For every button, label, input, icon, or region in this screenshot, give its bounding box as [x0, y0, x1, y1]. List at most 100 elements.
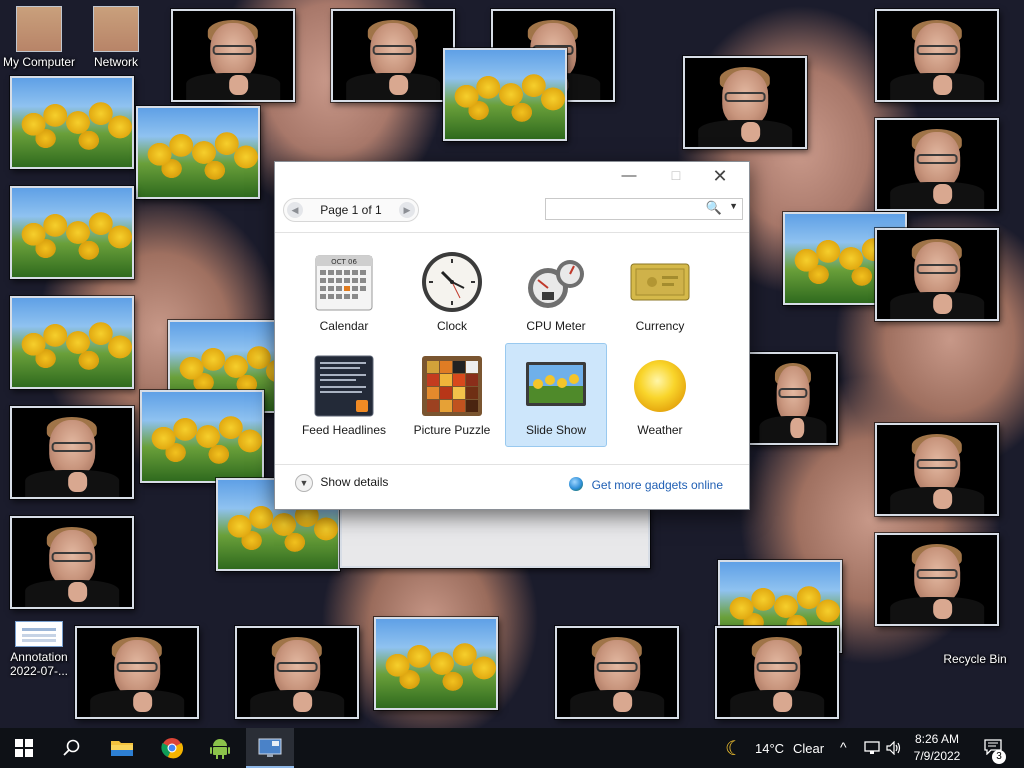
svg-text:OCT 06: OCT 06 [331, 258, 357, 266]
get-more-gadgets-link[interactable]: Get more gadgets online [569, 477, 723, 492]
wallpaper-tile-portrait [875, 9, 999, 102]
gadgets-taskbar-button[interactable] [246, 728, 294, 768]
wallpaper-tile-portrait [75, 626, 199, 719]
desktop-icon-my-computer[interactable]: My Computer [1, 6, 77, 69]
wallpaper-tile-portrait [715, 626, 839, 719]
start-button[interactable] [0, 728, 48, 768]
chevron-down-icon[interactable]: ▼ [729, 201, 738, 211]
gadget-label: Clock [436, 319, 467, 333]
chevron-up-icon[interactable]: ^ [840, 739, 847, 755]
show-details-toggle[interactable]: ▼ Show details [295, 474, 388, 492]
desktop-icon-recycle-bin[interactable]: Recycle Bin [937, 652, 1013, 666]
gadget-cpu-meter[interactable]: CPU Meter [507, 241, 605, 343]
folder-icon [111, 741, 133, 756]
currency-icon [630, 263, 690, 301]
get-more-gadgets-label: Get more gadgets online [591, 478, 723, 492]
wallpaper-tile-portrait [10, 516, 134, 609]
wallpaper-tile-tulips [10, 186, 134, 279]
wallpaper-tile-tulips [10, 296, 134, 389]
gadget-label: Currency [635, 319, 685, 333]
cpu-meter-icon [528, 260, 584, 308]
desktop-icon-label: My Computer [2, 55, 76, 69]
wallpaper-tile-tulips [443, 48, 567, 141]
weather-condition[interactable]: Clear [793, 741, 824, 756]
weather-moon-icon[interactable]: ☾ [725, 736, 743, 761]
wallpaper-tile-portrait [683, 56, 807, 149]
search-icon[interactable]: 🔍 [706, 200, 722, 216]
maximize-button[interactable]: ☐ [659, 166, 693, 188]
windows-logo-icon [15, 739, 33, 757]
close-button[interactable]: ✕ [703, 166, 737, 188]
title-bar[interactable]: — ☐ ✕ [275, 162, 749, 192]
chevron-down-icon: ▼ [295, 474, 313, 492]
wallpaper-tile-portrait [171, 9, 295, 102]
feed-headlines-icon [314, 355, 374, 417]
my-computer-icon [16, 6, 62, 52]
weather-icon [634, 360, 686, 412]
wallpaper-tile-portrait [875, 423, 999, 516]
weather-temperature[interactable]: 14°C [755, 741, 784, 756]
gadget-window-footer: ▼ Show details Get more gadgets online [275, 464, 749, 510]
wallpaper-tile-portrait [875, 228, 999, 321]
wallpaper-tile-tulips [140, 390, 264, 483]
calendar-icon: OCT 06 [315, 255, 373, 311]
wallpaper-tile-tulips [374, 617, 498, 710]
network-icon[interactable] [864, 741, 880, 755]
chrome-button[interactable] [148, 728, 196, 768]
globe-icon [569, 477, 584, 491]
wallpaper-tile-portrait [748, 352, 838, 445]
wallpaper-tile-portrait [555, 626, 679, 719]
gadget-label: Feed Headlines [301, 423, 387, 437]
clock-icon [422, 252, 482, 312]
gadget-label: CPU Meter [526, 319, 586, 333]
clock-date: 7/9/2022 [913, 749, 961, 763]
page-navigator: ◀ Page 1 of 1 ▶ [283, 198, 419, 222]
android-icon [210, 739, 230, 759]
gadget-weather[interactable]: Weather [611, 345, 709, 447]
taskbar: ☾ 14°C Clear ^ 8:26 AM 7/9/2022 3 [0, 728, 1024, 768]
file-explorer-button[interactable] [98, 728, 146, 768]
search-button[interactable] [48, 728, 96, 768]
gadget-gallery: OCT 06 Calendar Clock CPU Meter Currency… [275, 232, 749, 458]
document-icon [15, 621, 63, 647]
gadget-label: Slide Show [525, 423, 587, 437]
gadget-slide-show[interactable]: Slide Show [505, 343, 607, 447]
gadget-calendar[interactable]: OCT 06 Calendar [295, 241, 393, 343]
wallpaper-tile-portrait [875, 533, 999, 626]
wallpaper-tile-portrait [331, 9, 455, 102]
gadget-label: Calendar [319, 319, 369, 333]
desktop-icon-network[interactable]: Network [78, 6, 154, 69]
clock-time: 8:26 AM [914, 732, 960, 746]
gadget-picture-puzzle[interactable]: Picture Puzzle [403, 345, 501, 447]
page-label: Page 1 of 1 [320, 203, 382, 217]
desktop-gadgets-icon [258, 738, 282, 757]
gadget-label: Weather [637, 423, 683, 437]
gadget-feed-headlines[interactable]: Feed Headlines [295, 345, 393, 447]
gadget-toolbar: ◀ Page 1 of 1 ▶ 🔍 ▼ [275, 194, 749, 228]
wallpaper-tile-tulips [10, 76, 134, 169]
search-gadgets-input[interactable]: 🔍 ▼ [545, 198, 743, 220]
minimize-button[interactable]: — [612, 166, 646, 188]
gadget-clock[interactable]: Clock [403, 241, 501, 343]
taskbar-clock[interactable]: 8:26 AM 7/9/2022 [906, 731, 968, 765]
search-icon [63, 739, 80, 756]
slide-show-icon [526, 362, 586, 406]
notification-count-badge: 3 [992, 750, 1006, 764]
wallpaper-tile-screenshot [340, 506, 650, 568]
next-page-button[interactable]: ▶ [399, 202, 415, 218]
volume-icon[interactable] [886, 741, 902, 755]
desktop-icon-annotation[interactable]: Annotation 2022-07-... [1, 621, 77, 678]
wallpaper-tile-portrait [10, 406, 134, 499]
wallpaper-tile-portrait [875, 118, 999, 211]
chrome-icon [161, 738, 184, 759]
desktop-icon-label: Recycle Bin [943, 652, 1007, 666]
android-app-button[interactable] [196, 728, 244, 768]
gadget-currency[interactable]: Currency [611, 241, 709, 343]
desktop-icon-label: Network [93, 55, 138, 69]
gadget-label: Picture Puzzle [413, 423, 491, 437]
wallpaper-tile-portrait [235, 626, 359, 719]
show-details-label: Show details [320, 475, 389, 490]
network-icon [93, 6, 139, 52]
desktop-icon-label: Annotation 2022-07-... [9, 650, 69, 678]
gadgets-window: — ☐ ✕ ◀ Page 1 of 1 ▶ 🔍 ▼ OCT 06 Calenda… [274, 161, 750, 510]
